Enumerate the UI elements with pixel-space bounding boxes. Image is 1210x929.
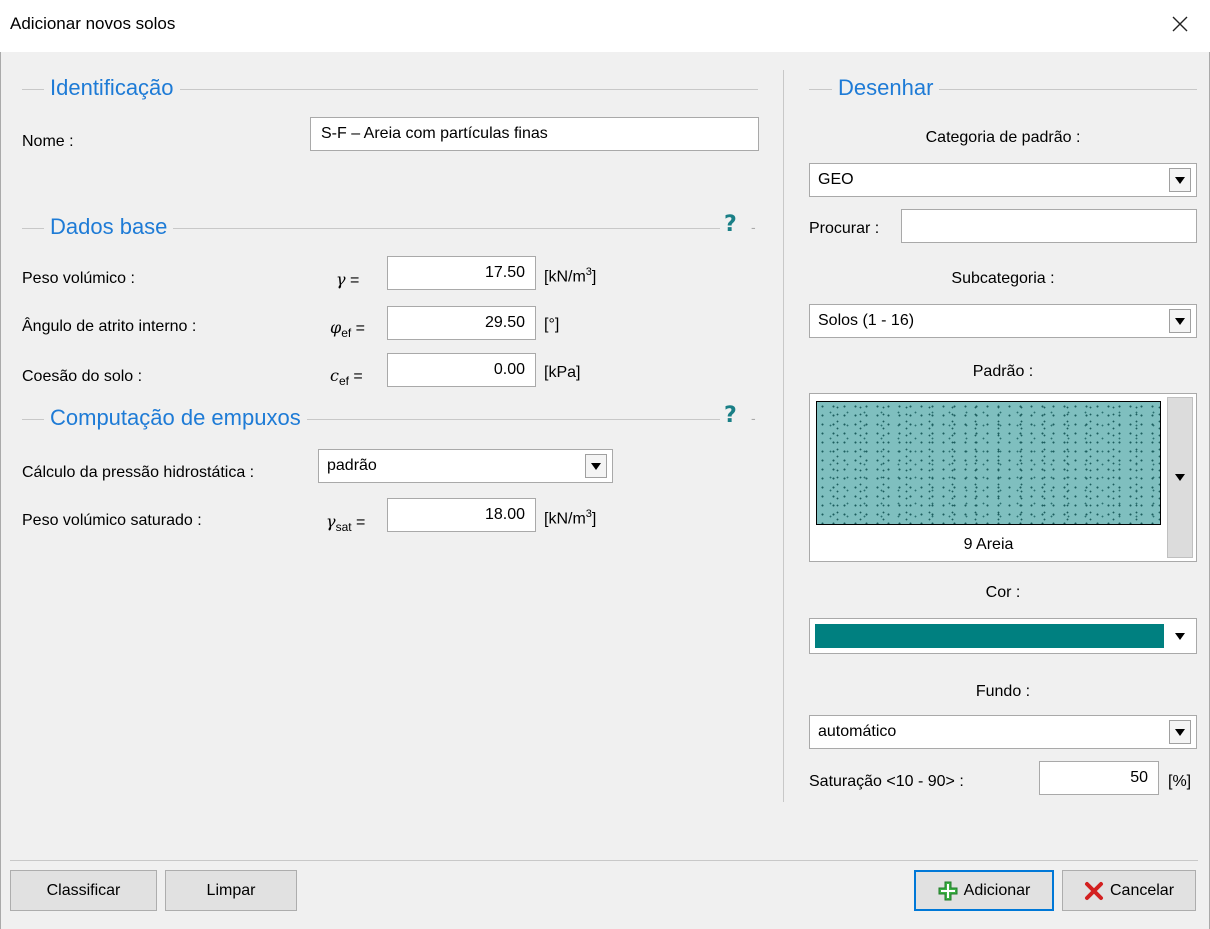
fundo-value: automático	[818, 723, 897, 740]
cor-label: Cor :	[985, 584, 1021, 601]
nome-input-value: S-F – Areia com partículas finas	[321, 125, 548, 142]
chevron-down-icon	[1175, 474, 1185, 481]
coesao-label: Coesão do solo :	[22, 368, 143, 385]
padrao-dropdown-button[interactable]	[1167, 397, 1193, 558]
fundo-label: Fundo :	[975, 683, 1031, 700]
close-icon	[1172, 16, 1188, 37]
angulo-atrito-unit: [°]	[544, 316, 560, 333]
computacao-border-end: -	[751, 410, 756, 426]
adicionar-button[interactable]: Adicionar	[914, 870, 1054, 911]
saturacao-unit: [%]	[1168, 773, 1192, 790]
limpar-button-label: Limpar	[206, 881, 256, 899]
peso-saturado-unit: [kN/m3]	[544, 508, 597, 528]
coesao-symbol: cef =	[330, 366, 363, 389]
peso-saturado-symbol: γsat =	[326, 512, 366, 535]
chevron-down-icon[interactable]	[1169, 720, 1191, 744]
limpar-button[interactable]: Limpar	[165, 870, 297, 911]
saturacao-input[interactable]: 50	[1039, 761, 1159, 795]
peso-volumico-value: 17.50	[484, 264, 525, 281]
chevron-down-icon[interactable]	[585, 454, 607, 478]
title-bar	[0, 0, 1210, 52]
computacao-help-icon[interactable]: ?	[724, 403, 737, 428]
cancelar-button-label: Cancelar	[1109, 881, 1175, 899]
peso-volumico-symbol: γ =	[336, 270, 360, 289]
chevron-down-icon[interactable]	[1169, 168, 1191, 192]
padrao-swatch	[816, 401, 1161, 525]
calculo-pressao-value: padrão	[327, 457, 377, 474]
dados-base-group-title: Dados base	[44, 214, 174, 240]
plus-icon	[938, 881, 958, 901]
cancelar-button[interactable]: Cancelar	[1062, 870, 1196, 911]
angulo-atrito-input[interactable]: 29.50	[387, 306, 536, 340]
close-button[interactable]	[1160, 8, 1200, 44]
classificar-button[interactable]: Classificar	[10, 870, 157, 911]
saturacao-label: Saturação <10 - 90> :	[809, 773, 964, 790]
column-separator	[783, 70, 784, 802]
peso-volumico-label: Peso volúmico :	[22, 270, 135, 287]
x-icon	[1084, 881, 1104, 901]
saturacao-value: 50	[1130, 769, 1148, 786]
angulo-atrito-label: Ângulo de atrito interno :	[22, 318, 197, 335]
categoria-value: GEO	[818, 171, 854, 188]
coesao-unit: [kPa]	[544, 364, 581, 381]
chevron-down-icon[interactable]	[1175, 633, 1185, 640]
adicionar-button-label: Adicionar	[963, 881, 1031, 899]
angulo-atrito-symbol: φef =	[330, 318, 366, 341]
dados-base-help-icon[interactable]: ?	[724, 212, 737, 237]
subcategoria-select[interactable]: Solos (1 - 16)	[809, 304, 1197, 338]
peso-saturado-value: 18.00	[484, 506, 525, 523]
window-title: Adicionar novos solos	[10, 14, 176, 33]
calculo-pressao-select[interactable]: padrão	[318, 449, 613, 483]
calculo-pressao-label: Cálculo da pressão hidrostática :	[22, 464, 255, 481]
peso-volumico-unit: [kN/m3]	[544, 266, 597, 286]
coesao-value: 0.00	[493, 361, 525, 378]
computacao-group-title: Computação de empuxos	[44, 405, 307, 431]
angulo-atrito-value: 29.50	[484, 314, 525, 331]
chevron-down-icon[interactable]	[1169, 309, 1191, 333]
procurar-label: Procurar :	[809, 220, 880, 237]
peso-saturado-label: Peso volúmico saturado :	[22, 512, 202, 529]
padrao-label: Padrão :	[972, 363, 1034, 380]
peso-saturado-input[interactable]: 18.00	[387, 498, 536, 532]
nome-label: Nome :	[22, 133, 74, 150]
nome-input[interactable]: S-F – Areia com partículas finas	[310, 117, 759, 151]
procurar-input[interactable]	[901, 209, 1197, 243]
classificar-button-label: Classificar	[46, 881, 121, 899]
identificacao-group-title: Identificação	[44, 75, 180, 101]
coesao-input[interactable]: 0.00	[387, 353, 536, 387]
categoria-label: Categoria de padrão :	[925, 129, 1081, 146]
categoria-select[interactable]: GEO	[809, 163, 1197, 197]
subcategoria-label: Subcategoria :	[951, 270, 1055, 287]
footer-separator	[10, 860, 1198, 861]
dados-base-border-end: -	[751, 219, 756, 235]
peso-volumico-input[interactable]: 17.50	[387, 256, 536, 290]
fundo-select[interactable]: automático	[809, 715, 1197, 749]
desenhar-group-title: Desenhar	[832, 75, 940, 101]
padrao-value: 9 Areia	[963, 536, 1014, 553]
subcategoria-value: Solos (1 - 16)	[818, 312, 915, 329]
cor-swatch	[815, 624, 1164, 648]
